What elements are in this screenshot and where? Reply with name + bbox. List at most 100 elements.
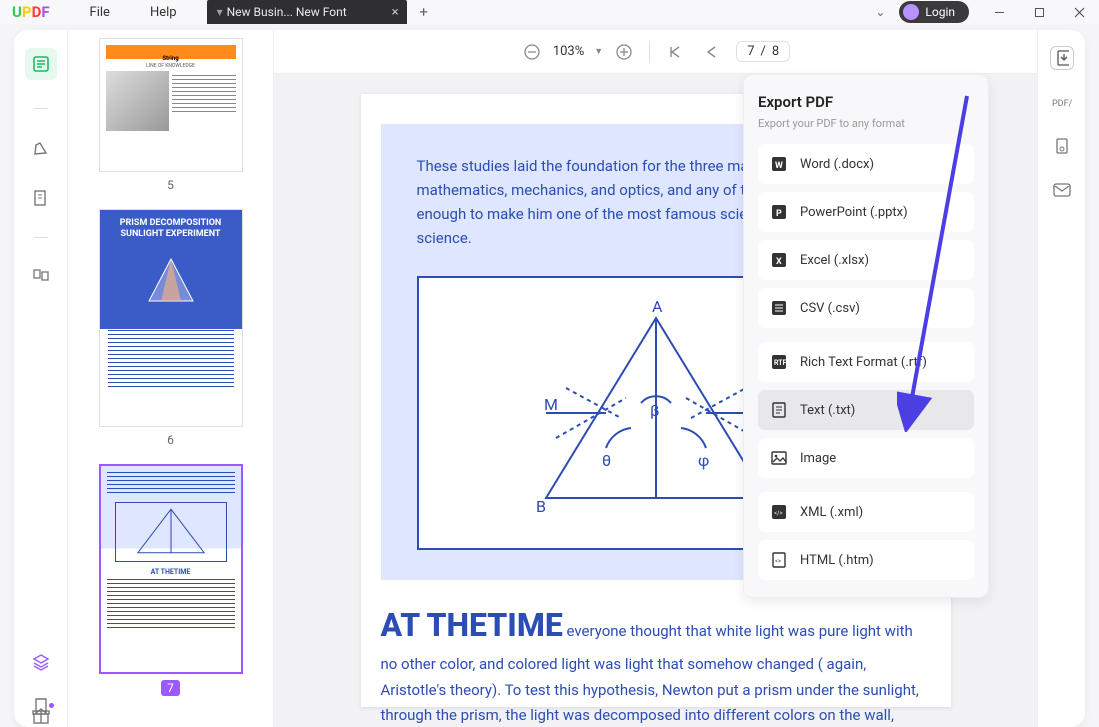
thumb7-heading: AT THETIME xyxy=(107,568,235,576)
svg-text:<>: <> xyxy=(775,558,781,565)
first-page-button[interactable] xyxy=(664,41,686,63)
thumb-number: 7 xyxy=(161,680,180,696)
left-rail xyxy=(14,30,68,727)
prev-page-button[interactable] xyxy=(700,41,722,63)
workspace: String LINE OF KNOWLEDGE 5 PRISM DECOMPO… xyxy=(14,30,1085,727)
menu-help[interactable]: Help xyxy=(150,5,177,20)
export-panel: Export PDF Export your PDF to any format… xyxy=(743,74,989,598)
export-label: Excel (.xlsx) xyxy=(800,253,869,268)
login-button[interactable]: Login xyxy=(899,1,969,23)
rtf-icon: RTF xyxy=(770,353,788,371)
export-html[interactable]: <> HTML (.htm) xyxy=(758,540,974,580)
tab-chevron-icon: ▾ xyxy=(217,5,223,19)
export-image[interactable]: Image xyxy=(758,438,974,478)
reader-mode-icon[interactable] xyxy=(25,48,57,80)
bookmark-icon[interactable] xyxy=(30,695,52,717)
title-bar: UPDF File Help ▾ New Busin... New Font ×… xyxy=(0,0,1099,24)
svg-text:M: M xyxy=(544,395,558,414)
avatar-icon xyxy=(903,4,919,20)
thumb-page-6[interactable]: PRISM DECOMPOSITION SUNLIGHT EXPERIMENT … xyxy=(84,209,257,448)
export-excel[interactable]: X Excel (.xlsx) xyxy=(758,240,974,280)
export-label: CSV (.csv) xyxy=(800,301,860,316)
maximize-button[interactable] xyxy=(1019,0,1059,24)
export-txt[interactable]: Text (.txt) xyxy=(758,390,974,430)
mail-icon[interactable] xyxy=(1050,178,1074,202)
tab-title: New Busin... New Font xyxy=(227,5,347,19)
page-current: 7 xyxy=(747,44,754,59)
svg-text:φ: φ xyxy=(698,451,709,470)
zoom-in-button[interactable] xyxy=(613,41,635,63)
export-title: Export PDF xyxy=(758,93,974,111)
login-label: Login xyxy=(925,5,955,19)
image-icon xyxy=(770,449,788,467)
thumb-number: 5 xyxy=(167,178,174,192)
minimize-button[interactable] xyxy=(979,0,1019,24)
document-tab[interactable]: ▾ New Busin... New Font × xyxy=(207,0,407,24)
thumb-number: 6 xyxy=(167,433,174,447)
comment-tool-icon[interactable] xyxy=(30,137,52,159)
export-label: PowerPoint (.pptx) xyxy=(800,205,908,220)
close-button[interactable] xyxy=(1059,0,1099,24)
export-label: Image xyxy=(800,451,836,466)
ppt-icon: P xyxy=(770,203,788,221)
export-subtitle: Export your PDF to any format xyxy=(758,117,974,130)
menu-file[interactable]: File xyxy=(90,5,110,20)
thumbnail-panel: String LINE OF KNOWLEDGE 5 PRISM DECOMPO… xyxy=(68,30,274,727)
zoom-dropdown-icon[interactable]: ▼ xyxy=(594,46,603,57)
word-icon: W xyxy=(770,155,788,173)
protect-icon[interactable] xyxy=(1050,134,1074,158)
export-word[interactable]: W Word (.docx) xyxy=(758,144,974,184)
svg-text:θ: θ xyxy=(602,451,611,470)
export-csv[interactable]: CSV (.csv) xyxy=(758,288,974,328)
export-label: Rich Text Format (.rtf) xyxy=(800,355,927,370)
svg-text:W: W xyxy=(775,161,783,171)
export-label: XML (.xml) xyxy=(800,505,863,520)
svg-text:B: B xyxy=(536,497,546,516)
export-pdf-icon[interactable] xyxy=(1050,46,1074,70)
export-rtf[interactable]: RTF Rich Text Format (.rtf) xyxy=(758,342,974,382)
export-powerpoint[interactable]: P PowerPoint (.pptx) xyxy=(758,192,974,232)
thumb-page-5[interactable]: String LINE OF KNOWLEDGE 5 xyxy=(84,38,257,193)
svg-text:β: β xyxy=(650,401,659,420)
svg-text:A: A xyxy=(652,298,663,316)
zoom-value: 103% xyxy=(553,44,584,59)
recent-dropdown-icon[interactable]: ⌄ xyxy=(861,5,899,19)
excel-icon: X xyxy=(770,251,788,269)
html-icon: <> xyxy=(770,551,788,569)
right-rail: PDF/A xyxy=(1037,30,1085,727)
xml-icon: </> xyxy=(770,503,788,521)
page-total: 8 xyxy=(772,44,779,59)
rail-separator xyxy=(34,237,48,238)
layers-icon[interactable] xyxy=(30,651,52,673)
window-controls: ⌄ Login xyxy=(861,0,1099,24)
organize-tool-icon[interactable] xyxy=(30,266,52,288)
page-sep: / xyxy=(761,44,766,59)
rail-separator xyxy=(34,108,48,109)
svg-text:</>: </> xyxy=(774,510,783,517)
export-label: Text (.txt) xyxy=(800,403,855,418)
tab-close-icon[interactable]: × xyxy=(392,5,399,20)
export-label: Word (.docx) xyxy=(800,157,874,172)
section-heading: AT THETIME xyxy=(381,606,563,644)
thumb5-subtitle: LINE OF KNOWLEDGE xyxy=(106,63,236,69)
viewer-toolbar: 103% ▼ 7 / 8 xyxy=(274,30,1037,74)
svg-text:P: P xyxy=(776,209,782,219)
edit-tool-icon[interactable] xyxy=(30,187,52,209)
pdfa-icon[interactable]: PDF/A xyxy=(1050,90,1074,114)
thumb5-title: String xyxy=(162,55,178,62)
thumb-page-7[interactable]: AT THETIME 7 xyxy=(84,464,257,696)
page-indicator[interactable]: 7 / 8 xyxy=(736,41,790,62)
body-text: AT THETIME everyone thought that white l… xyxy=(381,598,931,727)
toolbar-separator xyxy=(649,42,650,62)
export-label: HTML (.htm) xyxy=(800,553,874,568)
export-xml[interactable]: </> XML (.xml) xyxy=(758,492,974,532)
tab-bar: ▾ New Busin... New Font × + xyxy=(207,0,435,24)
viewer: 103% ▼ 7 / 8 These studies laid the foun… xyxy=(274,30,1037,727)
svg-text:PDF/A: PDF/A xyxy=(1052,99,1072,109)
txt-icon xyxy=(770,401,788,419)
svg-text:RTF: RTF xyxy=(774,359,787,367)
tab-add-button[interactable]: + xyxy=(413,1,435,23)
zoom-out-button[interactable] xyxy=(521,41,543,63)
app-logo: UPDF xyxy=(12,3,50,21)
svg-text:X: X xyxy=(776,257,782,267)
